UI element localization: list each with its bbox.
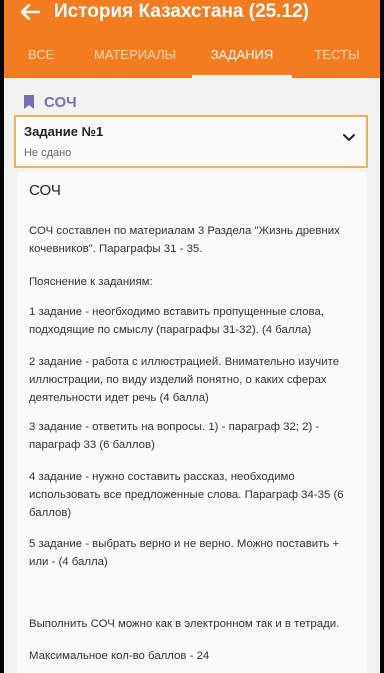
paragraph: 2 задание - работа с иллюстрацией. Внима… — [29, 356, 340, 404]
chevron-down-icon[interactable] — [342, 133, 356, 143]
task-card[interactable]: Задание №1 Не сдано — [14, 115, 368, 168]
app-screen: История Казахстана (25.12) ВСЕ МАТЕРИАЛЫ… — [4, 0, 380, 673]
tab-label: ТЕСТЫ — [314, 47, 360, 62]
paragraph: Выполнить СОЧ можно как в электронном та… — [29, 618, 340, 630]
back-button[interactable] — [20, 0, 42, 24]
tab-active-indicator — [192, 75, 292, 78]
section-label: СОЧ — [44, 93, 77, 111]
paragraph: СОЧ составлен по материалам 3 Раздела "Ж… — [29, 225, 340, 255]
task-status: Не сдано — [24, 147, 72, 159]
tab-bar: ВСЕ МАТЕРИАЛЫ ЗАДАНИЯ ТЕСТЫ — [4, 44, 380, 78]
task-title: Задание №1 — [24, 124, 104, 139]
paragraph: 5 задание - выбрать верно и не верно. Мо… — [29, 538, 340, 568]
paragraph: Пояснение к заданиям: — [29, 276, 153, 288]
arrow-left-icon — [20, 4, 40, 20]
tab-tests[interactable]: ТЕСТЫ — [312, 44, 362, 78]
paragraph: Максимальное кол-во баллов - 24 — [29, 650, 210, 662]
description-heading: СОЧ — [29, 182, 61, 199]
paragraph: 1 задание - неогбходимо вставить пропуще… — [29, 306, 324, 336]
tab-all[interactable]: ВСЕ — [28, 44, 55, 78]
section-header: СОЧ — [24, 92, 77, 112]
paragraph: 3 задание - ответить на вопросы. 1) - па… — [29, 421, 320, 451]
tab-label: ВСЕ — [28, 47, 55, 62]
tab-label: МАТЕРИАЛЫ — [94, 47, 177, 62]
tab-assignments[interactable]: ЗАДАНИЯ — [192, 44, 292, 78]
tab-materials[interactable]: МАТЕРИАЛЫ — [94, 44, 177, 78]
app-bar: История Казахстана (25.12) ВСЕ МАТЕРИАЛЫ… — [4, 0, 380, 78]
bookmark-icon — [24, 95, 34, 109]
paragraph: 4 задание - нужно составить рассказ, нео… — [29, 471, 344, 519]
page-title: История Казахстана (25.12) — [54, 1, 309, 22]
assignment-description: СОЧ СОЧ составлен по материалам 3 Раздел… — [17, 172, 367, 673]
tab-label: ЗАДАНИЯ — [210, 47, 274, 62]
